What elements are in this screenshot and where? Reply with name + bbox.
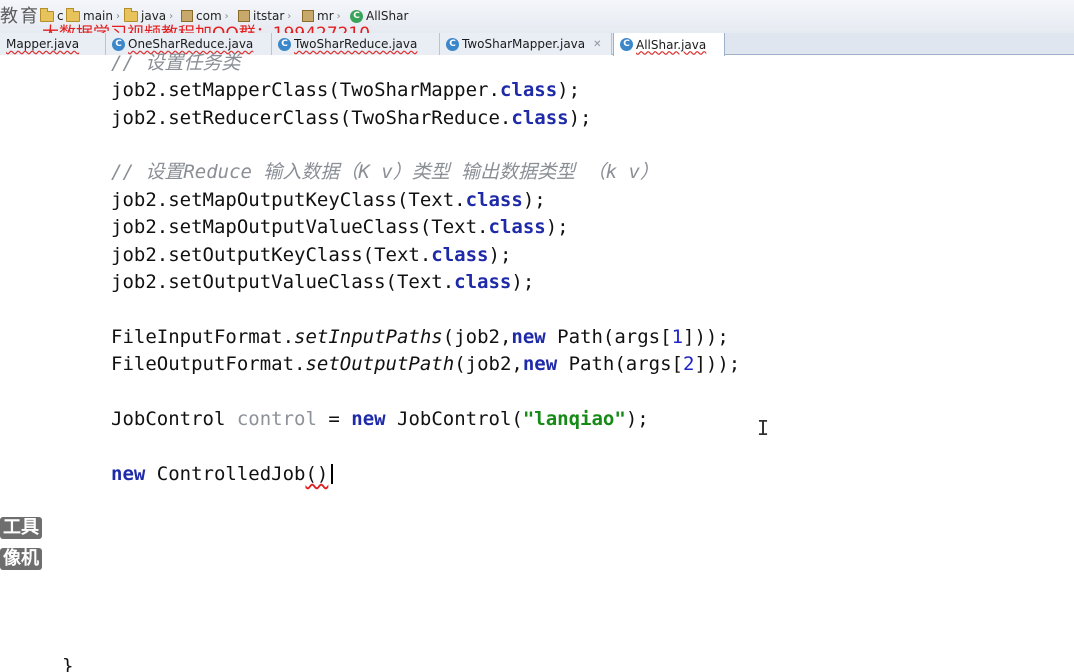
code-line-file-output-format: FileOutputFormat.setOutputPath(job2,new … xyxy=(111,353,741,375)
close-icon[interactable]: ✕ xyxy=(593,39,601,50)
code-line-controlled-job: new ControlledJob() xyxy=(111,463,329,485)
text-caret xyxy=(331,464,333,484)
code-line-file-input-format: FileInputFormat.setInputPaths(job2,new P… xyxy=(111,326,729,348)
code-line-set-mapper-class: job2.setMapperClass(TwoSharMapper.class)… xyxy=(111,79,581,101)
overlay-tool-label: 工具 xyxy=(0,517,42,539)
brand-logo-text: 教育 xyxy=(0,6,40,27)
java-class-icon: C xyxy=(446,37,459,51)
text-cursor-icon: I xyxy=(757,416,770,440)
code-line-comment-reduce-types: // 设置Reduce 输入数据（K v）类型 输出数据类型 （k v） xyxy=(111,161,659,183)
tab-twosharmapper-java[interactable]: C TwoSharMapper.java ✕ xyxy=(440,33,612,55)
code-line-set-map-output-value: job2.setMapOutputValueClass(Text.class); xyxy=(111,216,569,238)
code-line-comment-task-class: // 设置任务类 xyxy=(111,52,241,74)
breadcrumb: c › main › java › com › itstar › mr › C … xyxy=(0,0,1074,44)
java-class-icon: C xyxy=(620,38,633,51)
code-line-set-output-value: job2.setOutputValueClass(Text.class); xyxy=(111,271,535,293)
code-line-set-map-output-key: job2.setMapOutputKeyClass(Text.class); xyxy=(111,189,546,211)
code-line-job-control: JobControl control = new JobControl("lan… xyxy=(111,408,649,430)
tab-mapper-java[interactable]: Mapper.java xyxy=(0,33,106,55)
tab-allshar-java[interactable]: C AllShar.java xyxy=(613,33,725,56)
java-class-icon: C xyxy=(278,37,291,51)
code-line-set-output-key: job2.setOutputKeyClass(Text.class); xyxy=(111,244,512,266)
tab-twosharreduce-java[interactable]: C TwoSharReduce.java xyxy=(272,33,440,55)
code-editor[interactable]: // 设置任务类 job2.setMapperClass(TwoSharMapp… xyxy=(0,52,1074,672)
code-line-set-reducer-class: job2.setReducerClass(TwoSharReduce.class… xyxy=(111,107,592,129)
code-line-closing-brace: } xyxy=(62,655,74,672)
java-class-icon: C xyxy=(112,37,125,51)
overlay-camera-label: 像机 xyxy=(0,548,42,570)
